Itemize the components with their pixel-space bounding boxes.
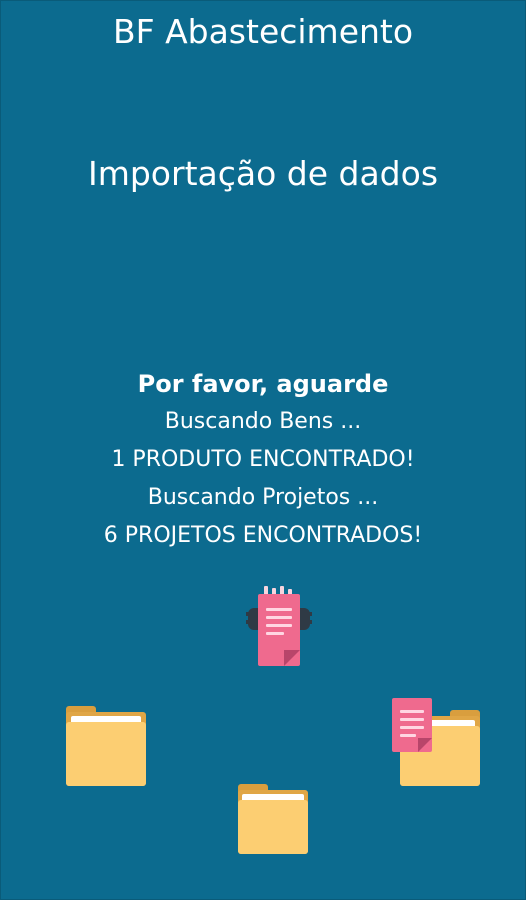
- status-line-goods-result: 1 PRODUTO ENCONTRADO!: [111, 447, 415, 472]
- folder-icon: [238, 784, 308, 854]
- app-title: BF Abastecimento: [112, 12, 414, 51]
- status-line-goods-search: Buscando Bens ...: [164, 409, 362, 434]
- document-icon: [392, 698, 434, 752]
- status-block: Por favor, aguarde Buscando Bens ... 1 P…: [0, 365, 526, 555]
- page-title: Importação de dados: [87, 154, 439, 193]
- document-processing-icon: [246, 586, 312, 668]
- wait-text: Por favor, aguarde: [137, 370, 389, 398]
- app-screen: BF Abastecimento Importação de dados Por…: [0, 0, 526, 900]
- status-line-projects-result: 6 PROJETOS ENCONTRADOS!: [103, 523, 423, 548]
- status-line-projects-search: Buscando Projetos ...: [147, 485, 379, 510]
- folder-icon: [66, 706, 146, 786]
